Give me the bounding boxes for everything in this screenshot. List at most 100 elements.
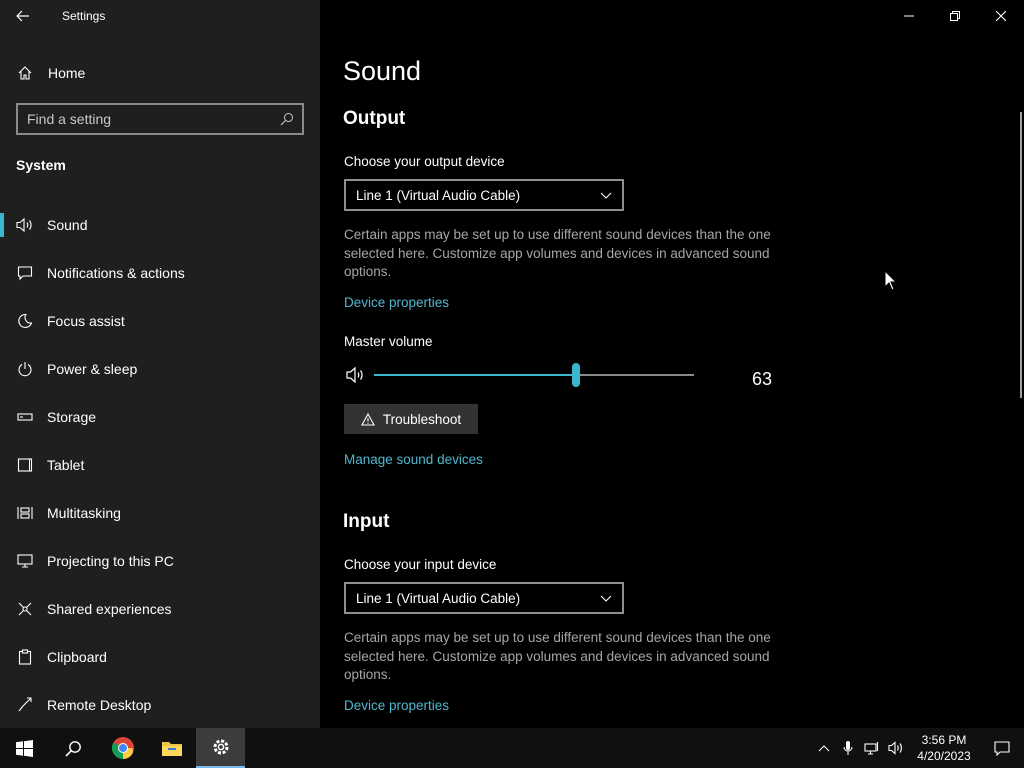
file-explorer-taskbar-button[interactable] <box>147 728 196 768</box>
page-title: Sound <box>343 56 422 86</box>
input-description: Certain apps may be set up to use differ… <box>344 630 771 682</box>
sidebar-item-label: Power & sleep <box>47 361 138 377</box>
troubleshoot-label: Troubleshoot <box>382 411 462 427</box>
gear-icon <box>213 739 228 755</box>
sidebar-item-shared-experiences[interactable]: Shared experiences <box>0 585 320 633</box>
close-icon <box>996 11 1006 21</box>
sidebar-item-label: Shared experiences <box>47 601 172 617</box>
input-device-properties-link[interactable]: Device properties <box>344 698 449 713</box>
search-input[interactable] <box>18 111 272 127</box>
back-button[interactable] <box>0 0 46 32</box>
taskbar-clock[interactable]: 3:56 PM 4/20/2023 <box>908 732 980 764</box>
windows-logo-icon <box>16 739 33 757</box>
minimize-icon <box>904 15 914 17</box>
manage-sound-devices-link[interactable]: Manage sound devices <box>344 452 483 467</box>
search-icon[interactable] <box>272 112 302 126</box>
sidebar-item-focus-assist[interactable]: Focus assist <box>0 297 320 345</box>
window-controls <box>886 0 1024 32</box>
microphone-icon <box>843 741 853 755</box>
sidebar-item-notifications[interactable]: Notifications & actions <box>0 249 320 297</box>
master-volume-slider[interactable] <box>374 363 694 387</box>
action-center-button[interactable] <box>980 728 1024 768</box>
clock-time: 3:56 PM <box>921 733 967 747</box>
settings-search-box[interactable] <box>16 103 304 135</box>
output-device-dropdown[interactable]: Line 1 (Virtual Audio Cable) <box>344 179 624 211</box>
chevron-up-icon <box>818 744 830 751</box>
chevron-down-icon <box>600 192 612 199</box>
start-button[interactable] <box>0 728 49 768</box>
troubleshoot-button[interactable]: Troubleshoot <box>344 404 478 434</box>
chevron-down-icon <box>600 595 612 602</box>
home-nav-item[interactable]: Home <box>0 55 320 91</box>
settings-taskbar-button[interactable] <box>196 728 245 768</box>
show-hidden-icons-button[interactable] <box>812 728 836 768</box>
volume-value: 63 <box>752 369 773 389</box>
shared-experiences-icon <box>16 600 34 618</box>
output-description: Certain apps may be set up to use differ… <box>344 227 771 279</box>
sidebar-item-label: Multitasking <box>47 505 121 521</box>
sidebar-item-power-sleep[interactable]: Power & sleep <box>0 345 320 393</box>
sidebar-item-projecting[interactable]: Projecting to this PC <box>0 537 320 585</box>
scrollbar[interactable] <box>1020 112 1022 398</box>
home-label: Home <box>48 65 86 81</box>
chrome-taskbar-button[interactable] <box>98 728 147 768</box>
projecting-icon <box>16 552 34 570</box>
sidebar-item-label: Sound <box>47 217 88 233</box>
output-device-properties-link[interactable]: Device properties <box>344 295 449 310</box>
sidebar-item-clipboard[interactable]: Clipboard <box>0 633 320 681</box>
sidebar-item-label: Projecting to this PC <box>47 553 174 569</box>
restore-button[interactable] <box>932 0 978 32</box>
sidebar-item-storage[interactable]: Storage <box>0 393 320 441</box>
sidebar-item-label: Remote Desktop <box>47 697 152 713</box>
notification-icon <box>16 264 34 282</box>
home-icon <box>16 64 34 82</box>
input-device-value: Line 1 (Virtual Audio Cable) <box>356 590 521 606</box>
output-device-value: Line 1 (Virtual Audio Cable) <box>356 187 521 203</box>
sidebar-item-tablet[interactable]: Tablet <box>0 441 320 489</box>
multitasking-icon <box>16 504 34 522</box>
tablet-icon <box>16 456 34 474</box>
sidebar-item-label: Notifications & actions <box>47 265 185 281</box>
notification-icon <box>994 740 1010 756</box>
remote-desktop-icon <box>16 696 34 714</box>
sidebar-item-label: Tablet <box>47 457 85 473</box>
app-title: Settings <box>62 9 106 23</box>
output-heading: Output <box>343 108 406 129</box>
power-icon <box>16 360 34 378</box>
sidebar-item-multitasking[interactable]: Multitasking <box>0 489 320 537</box>
volume-icon[interactable] <box>346 366 366 384</box>
volume-slider-fill <box>374 374 576 376</box>
microphone-tray-button[interactable] <box>836 728 860 768</box>
search-button[interactable] <box>49 728 98 768</box>
search-icon <box>65 740 81 757</box>
volume-slider-thumb[interactable] <box>571 363 580 387</box>
folder-icon <box>161 742 182 756</box>
sidebar-item-label: Focus assist <box>47 313 125 329</box>
clipboard-icon <box>16 648 34 666</box>
sidebar-item-label: Clipboard <box>47 649 107 665</box>
master-volume-label: Master volume <box>344 334 433 349</box>
input-device-dropdown[interactable]: Line 1 (Virtual Audio Cable) <box>344 582 624 614</box>
section-title: System <box>16 157 66 173</box>
sidebar: Settings Home System Sound Notifications… <box>0 0 320 728</box>
storage-icon <box>16 408 34 426</box>
sidebar-item-remote-desktop[interactable]: Remote Desktop <box>0 681 320 729</box>
volume-tray-button[interactable] <box>884 728 908 768</box>
output-device-label: Choose your output device <box>344 154 505 169</box>
chrome-icon <box>111 737 134 759</box>
back-arrow-icon <box>16 10 29 22</box>
clock-date: 4/20/2023 <box>917 749 971 763</box>
sidebar-item-sound[interactable]: Sound <box>0 201 320 249</box>
main-content: Sound Output Choose your output device L… <box>320 0 1024 728</box>
sidebar-item-label: Storage <box>47 409 97 425</box>
sidebar-nav: Sound Notifications & actions Focus assi… <box>0 201 320 729</box>
mouse-cursor-icon <box>884 270 898 291</box>
close-button[interactable] <box>978 0 1024 32</box>
minimize-button[interactable] <box>886 0 932 32</box>
restore-icon <box>950 11 960 21</box>
input-heading: Input <box>343 511 390 532</box>
network-tray-button[interactable] <box>860 728 884 768</box>
system-tray: 3:56 PM 4/20/2023 <box>812 728 1024 768</box>
warning-icon <box>360 412 375 426</box>
taskbar: 3:56 PM 4/20/2023 <box>0 728 1024 768</box>
